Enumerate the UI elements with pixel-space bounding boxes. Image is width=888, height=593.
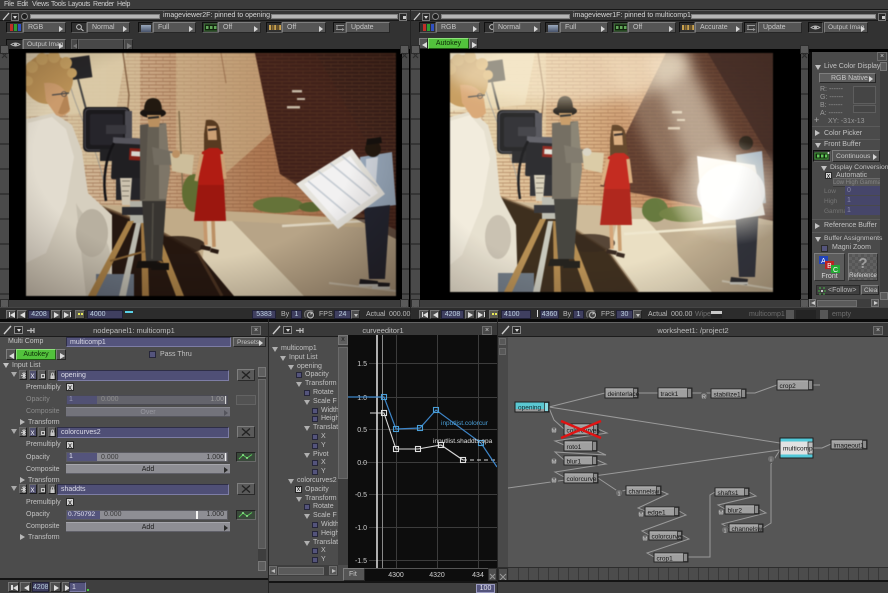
svg-text:0.0: 0.0	[357, 460, 367, 467]
svg-text:shafts1: shafts1	[718, 490, 739, 497]
svg-text:1.0: 1.0	[357, 395, 367, 402]
svg-text:434: 434	[472, 572, 484, 579]
svg-text:4300: 4300	[388, 572, 404, 579]
svg-text:M: M	[552, 459, 557, 465]
svg-text:i: i	[770, 457, 771, 463]
svg-text:R: R	[702, 394, 706, 400]
svg-text:stabilize1: stabilize1	[714, 392, 741, 399]
svg-text:inputlist.shaddts.opa: inputlist.shaddts.opa	[433, 438, 493, 445]
svg-text:1: 1	[617, 491, 620, 497]
svg-text:M: M	[552, 428, 557, 434]
svg-text:track1: track1	[661, 391, 679, 398]
svg-text:blur1: blur1	[567, 459, 582, 466]
svg-text:channelsw: channelsw	[629, 489, 660, 496]
svg-text:deinterlace: deinterlace	[608, 391, 640, 398]
svg-text:0.5: 0.5	[357, 427, 367, 434]
svg-text:channelsw: channelsw	[732, 526, 763, 533]
svg-text:edge1: edge1	[648, 510, 666, 517]
svg-text:M: M	[719, 510, 724, 516]
svg-text:-0.5: -0.5	[355, 492, 367, 499]
svg-text:-1.0: -1.0	[355, 525, 367, 532]
svg-text:1.5: 1.5	[357, 361, 367, 368]
svg-text:M: M	[639, 512, 644, 518]
svg-text:inputlist.colorcur: inputlist.colorcur	[441, 420, 489, 427]
svg-text:M: M	[552, 478, 557, 484]
svg-text:crop1: crop1	[657, 556, 674, 563]
svg-text:colorcurve: colorcurve	[567, 476, 597, 483]
svg-text:roto1: roto1	[567, 444, 582, 451]
svg-text:blur2: blur2	[728, 508, 743, 515]
svg-text:4320: 4320	[429, 572, 445, 579]
svg-text:colorcurve: colorcurve	[652, 534, 682, 541]
svg-text:imageout1: imageout1	[834, 443, 865, 450]
svg-text:1: 1	[723, 528, 726, 534]
svg-text:multicomp: multicomp	[783, 446, 813, 453]
svg-text:-1.5: -1.5	[355, 558, 367, 565]
svg-text:crop2: crop2	[780, 383, 797, 390]
svg-text:opening: opening	[518, 405, 542, 412]
svg-text:M: M	[643, 536, 648, 542]
